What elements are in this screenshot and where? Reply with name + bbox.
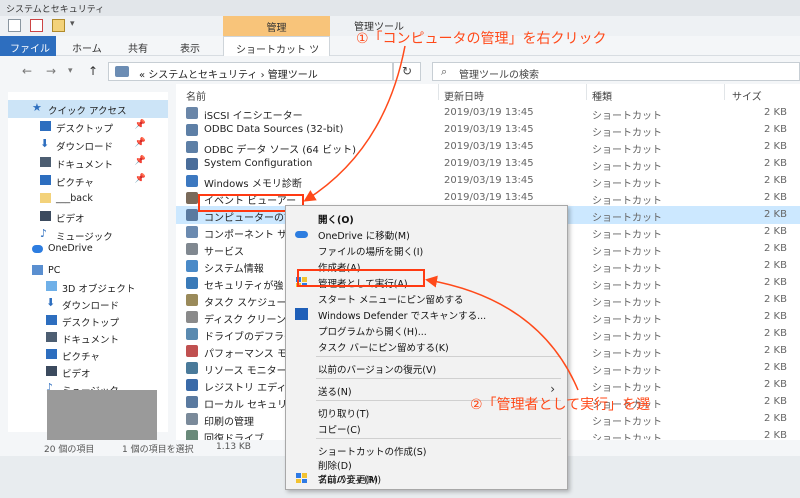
annotation-arrows	[303, 45, 579, 391]
explorer-window: システムとセキュリティ ▾ 管理 管理ツール ホーム 共有 表示 ファイル ショ…	[0, 0, 800, 498]
arrow-step1	[303, 45, 406, 202]
arrow-step2	[425, 275, 579, 391]
